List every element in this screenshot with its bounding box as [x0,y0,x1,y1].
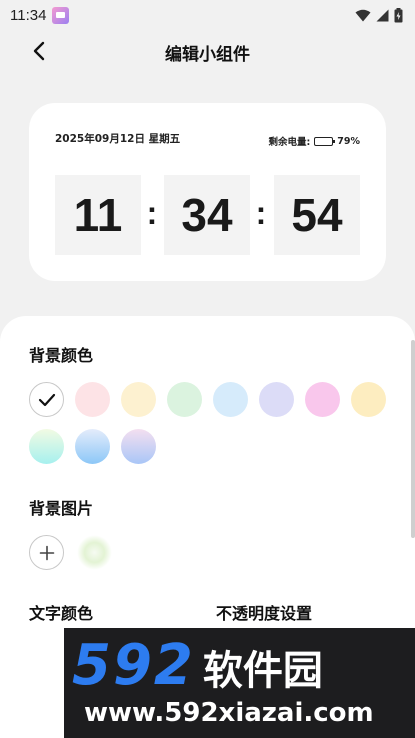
plus-icon [39,545,54,560]
scrollbar[interactable] [411,340,415,538]
color-swatch-selected[interactable] [29,382,64,417]
signal-icon [376,9,389,21]
watermark-number: 592 [72,633,195,698]
watermark-url: www.592xiazai.com [84,698,374,728]
clock-separator: : [255,195,267,231]
add-image-button[interactable] [29,535,64,570]
gradient-swatch[interactable] [121,429,156,464]
gradient-swatch[interactable] [75,429,110,464]
app-header: 编辑小组件 [0,30,415,72]
status-bar: 11:34 [0,0,415,30]
check-icon [38,393,55,406]
color-swatch[interactable] [213,382,248,417]
watermark-logo: 592 软件园 www.592xiazai.com [64,628,415,738]
status-time: 11:34 [10,6,47,24]
clock-hours: 11 [55,175,141,255]
battery-charging-icon [394,7,403,22]
page-title: 编辑小组件 [165,45,250,65]
opacity-title: 不透明度设置 [216,604,313,623]
notification-app-icon [52,6,70,24]
wifi-icon [355,9,371,21]
background-image-title: 背景图片 [29,499,94,518]
color-swatch[interactable] [121,382,156,417]
watermark-brand: 592 软件园 [72,638,323,699]
battery-percent: 79% [337,135,360,147]
battery-icon [314,136,336,146]
clock-minutes: 34 [164,175,250,255]
clock-seconds: 54 [274,175,360,255]
widget-date: 2025年09月12日 星期五 [55,133,181,145]
clock-separator: : [146,195,158,231]
watermark-text: 软件园 [202,648,323,694]
color-swatch[interactable] [305,382,340,417]
background-color-title: 背景颜色 [29,346,94,365]
text-color-title: 文字颜色 [29,604,94,623]
background-image-thumbnail[interactable] [77,535,112,570]
widget-battery: 剩余电量: 79% [268,134,360,149]
battery-label: 剩余电量: [268,137,311,148]
color-swatch[interactable] [259,382,294,417]
color-swatch[interactable] [167,382,202,417]
color-swatch[interactable] [351,382,386,417]
widget-preview-card: 2025年09月12日 星期五 剩余电量: 79% 11 : 34 : 54 [29,103,386,281]
status-icons [355,7,403,23]
gradient-swatch[interactable] [29,429,64,464]
color-swatch[interactable] [75,382,110,417]
